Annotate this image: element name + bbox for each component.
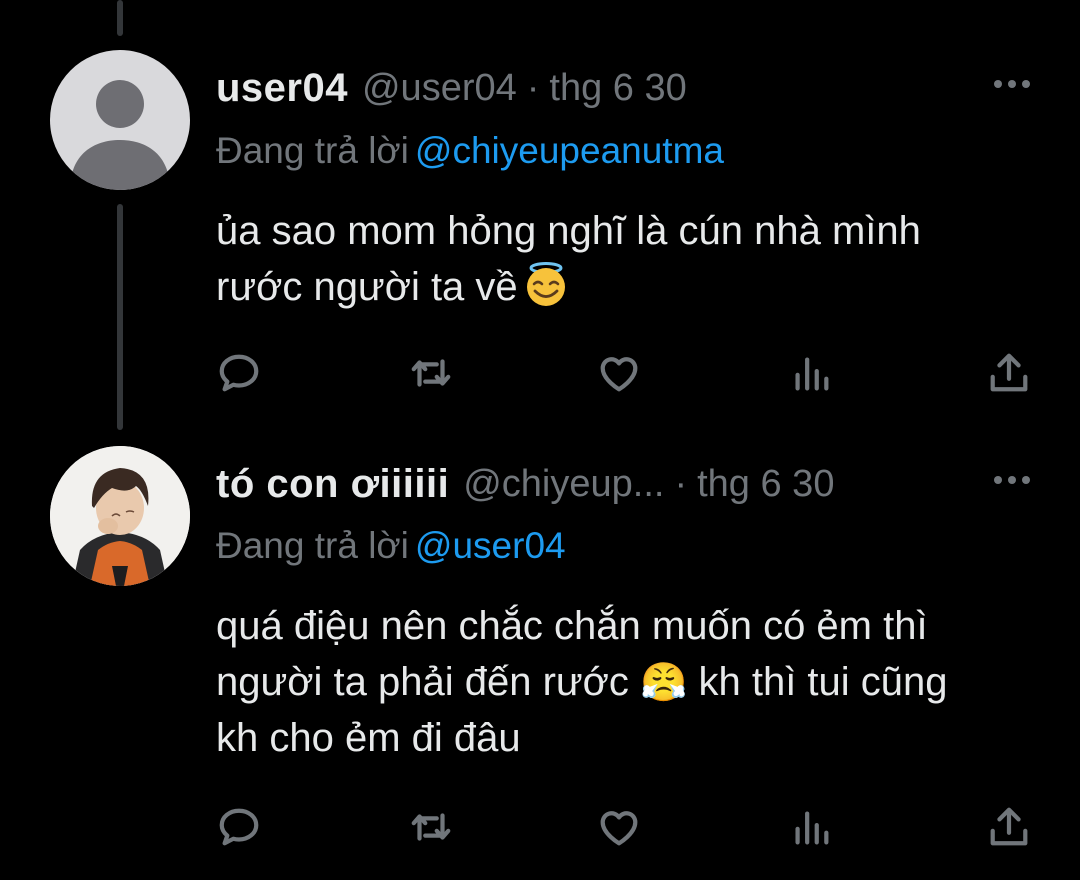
like-icon [600,357,638,392]
more-icon [994,80,1002,88]
views-icon [795,811,829,845]
views-button[interactable] [786,348,836,398]
tweet-text: ủa sao mom hỏng nghĩ là cún nhà mình rướ… [216,203,1046,315]
like-icon [600,811,638,846]
timestamp[interactable]: thg 6 30 [697,463,834,506]
separator-dot: · [526,66,540,109]
tweet-text-line: người ta phải đến rước [216,660,629,704]
tweet-actions [0,348,1080,408]
replying-to: Đang trả lời @user04 [216,525,566,567]
tweet-text-line: kh cho ẻm đi đâu [216,716,521,760]
retweet-button[interactable] [406,802,456,852]
retweet-icon [411,359,451,387]
share-icon [990,807,1028,846]
display-name[interactable]: user04 [216,66,348,111]
display-name[interactable]: tó con ơiiiiii [216,462,449,507]
tweet-2[interactable]: tó con ơiiiiii @chiyeup... · thg 6 30 Đa… [0,430,1080,880]
tweet-1[interactable]: user04 @user04 · thg 6 30 Đang trả lời @c… [0,0,1080,430]
timestamp[interactable]: thg 6 30 [549,67,686,110]
smiling-face-with-halo-icon [526,262,565,306]
reply-prefix: Đang trả lời [216,130,409,171]
like-button[interactable] [594,348,644,398]
views-button[interactable] [786,802,836,852]
more-options-button[interactable] [990,62,1034,106]
reply-mention-link[interactable]: @chiyeupeanutma [415,130,724,171]
tweet-header: user04 @user04 · thg 6 30 [216,58,687,118]
reply-icon [219,808,259,846]
user-handle[interactable]: @user04 [362,67,517,110]
replying-to: Đang trả lời @chiyeupeanutma [216,130,724,172]
separator-dot: · [674,462,688,505]
share-button[interactable] [984,348,1034,398]
share-icon [990,353,1028,392]
reply-button[interactable] [214,348,264,398]
tweet-text-line: rước người ta về [216,265,518,309]
reply-button[interactable] [214,802,264,852]
user-handle[interactable]: @chiyeup... [463,463,664,506]
more-options-button[interactable] [990,458,1034,502]
share-button[interactable] [984,802,1034,852]
reply-prefix: Đang trả lời [216,525,409,566]
tweet-text-line: kh thì tui cũng [698,660,948,704]
tweet-text-line: ủa sao mom hỏng nghĩ là cún nhà mình [216,209,921,253]
reply-icon [219,354,259,392]
avatar-photo[interactable] [50,446,190,586]
profile-photo-icon [50,446,190,586]
tweet-header: tó con ơiiiiii @chiyeup... · thg 6 30 [216,454,834,514]
like-button[interactable] [594,802,644,852]
tweet-text: quá điệu nên chắc chắn muốn có ẻm thì ng… [216,598,1046,766]
tweet-text-line: quá điệu nên chắc chắn muốn có ẻm thì [216,604,928,648]
views-icon [795,357,829,391]
face-with-steam-icon: 😤 [640,660,688,704]
avatar-default[interactable] [50,50,190,190]
tweet-actions [0,802,1080,862]
retweet-icon [411,813,451,841]
default-avatar-icon [70,80,170,190]
reply-mention-link[interactable]: @user04 [415,525,566,566]
retweet-button[interactable] [406,348,456,398]
more-icon [994,476,1002,484]
